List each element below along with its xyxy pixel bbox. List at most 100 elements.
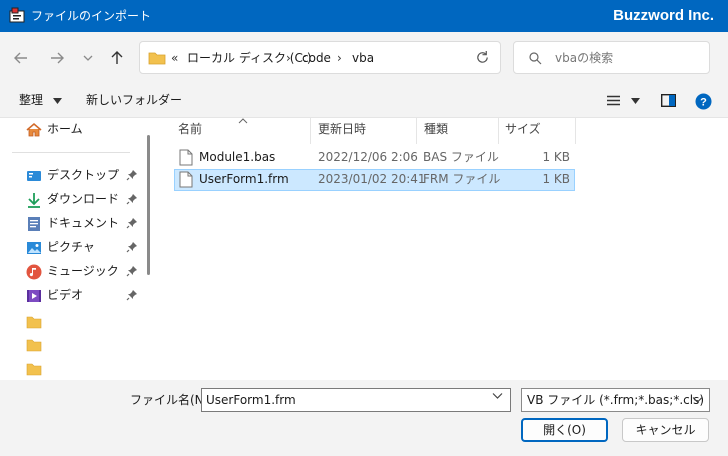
sidebar-item-label: デスクトップ (47, 168, 120, 182)
pin-icon[interactable] (126, 217, 138, 229)
recent-locations-button[interactable] (76, 46, 100, 70)
chevron-down-icon (83, 55, 93, 61)
app-icon (9, 7, 25, 23)
desktop-icon (27, 171, 41, 181)
pictures-icon (27, 242, 41, 254)
file-size: 1 KB (542, 172, 570, 186)
column-divider[interactable] (310, 118, 311, 144)
download-icon (28, 193, 40, 208)
list-view-icon (607, 95, 620, 106)
chevron-down-icon[interactable] (492, 392, 503, 400)
pin-icon[interactable] (126, 193, 138, 205)
pin-icon[interactable] (126, 265, 138, 277)
title-bar: ファイルのインポート Buzzword Inc. (0, 0, 728, 32)
pin-icon[interactable] (126, 289, 138, 301)
forward-button[interactable] (45, 46, 69, 70)
sidebar-item-music[interactable]: ミュージック (26, 262, 140, 282)
command-bar: 整理 新しいフォルダー ? (0, 84, 728, 118)
caret-down-icon (630, 98, 640, 104)
home-icon (26, 122, 42, 137)
preview-pane-icon[interactable] (661, 94, 676, 107)
sidebar-item-home[interactable]: ホーム (26, 120, 140, 140)
arrow-up-icon (111, 51, 123, 64)
column-divider[interactable] (498, 118, 499, 144)
sidebar-item-label: ミュージック (47, 264, 119, 278)
file-type: FRM ファイル (423, 172, 501, 186)
sidebar-item-label: ピクチャ (47, 240, 95, 254)
column-header-type[interactable]: 種類 (424, 122, 448, 137)
dialog-footer: ファイル名(N): UserForm1.frm VB ファイル (*.frm;*… (0, 380, 728, 456)
crumb-vba[interactable]: vba (352, 51, 374, 66)
sidebar-scrollbar-thumb[interactable] (147, 135, 150, 275)
arrow-right-icon (51, 52, 64, 64)
up-button[interactable] (105, 46, 129, 70)
view-options-button[interactable] (607, 95, 640, 110)
caret-down-icon (52, 97, 62, 104)
file-name: Module1.bas (199, 150, 276, 164)
folder-icon (26, 339, 42, 352)
sidebar-folder[interactable] (26, 335, 140, 355)
folder-icon (26, 316, 42, 329)
file-name: UserForm1.frm (199, 172, 289, 186)
file-list: 名前 更新日時 種類 サイズ Module1.bas 2022/12/06 2:… (157, 118, 728, 380)
video-icon (27, 290, 41, 302)
music-icon (26, 264, 42, 280)
navigation-bar: « ローカル ディスク (C:) › code › vba vbaの検索 (0, 32, 728, 84)
file-row-module1[interactable]: Module1.bas 2022/12/06 2:06 BAS ファイル 1 K… (174, 147, 575, 169)
sidebar-item-videos[interactable]: ビデオ (26, 286, 140, 306)
search-input[interactable]: vbaの検索 (555, 51, 613, 66)
file-date: 2023/01/02 20:41 (318, 172, 426, 186)
column-header-name[interactable]: 名前 (178, 122, 202, 137)
file-size: 1 KB (542, 150, 570, 164)
search-icon (529, 52, 542, 65)
sidebar-item-pictures[interactable]: ピクチャ (26, 238, 140, 258)
folder-icon (148, 52, 166, 65)
file-type: BAS ファイル (423, 150, 499, 164)
window-title: ファイルのインポート (31, 9, 152, 23)
column-divider[interactable] (416, 118, 417, 144)
address-bar[interactable]: « ローカル ディスク (C:) › code › vba (139, 41, 501, 74)
crumb-code[interactable]: code (302, 51, 331, 66)
file-icon (179, 171, 193, 188)
file-date: 2022/12/06 2:06 (318, 150, 418, 164)
arrow-left-icon (14, 52, 27, 64)
sidebar-divider (12, 152, 130, 153)
file-icon (179, 149, 193, 166)
svg-text:?: ? (700, 97, 707, 109)
search-box[interactable]: vbaの検索 (513, 41, 710, 74)
sidebar-folder[interactable] (26, 312, 140, 332)
chevron-down-icon (692, 397, 703, 403)
pin-icon[interactable] (126, 241, 138, 253)
sidebar-item-desktop[interactable]: デスクトップ (26, 166, 140, 186)
folder-icon (26, 363, 42, 376)
navigation-pane: ホーム デスクトップ ダウンロード ドキュメント ピクチャ ミュージック ビデオ (0, 118, 157, 380)
overflow-crumb[interactable]: « (171, 51, 178, 66)
back-button[interactable] (9, 46, 33, 70)
sidebar-item-label: ビデオ (47, 288, 84, 302)
pin-icon[interactable] (126, 169, 138, 181)
filetype-value: VB ファイル (*.frm;*.bas;*.cls) (527, 393, 705, 407)
refresh-icon[interactable] (475, 50, 490, 65)
column-header-date[interactable]: 更新日時 (318, 122, 366, 137)
new-folder-button[interactable]: 新しいフォルダー (86, 93, 182, 108)
sidebar-item-documents[interactable]: ドキュメント (26, 214, 140, 234)
help-icon[interactable]: ? (695, 93, 712, 110)
column-header-size[interactable]: サイズ (505, 122, 541, 137)
file-row-userform1[interactable]: UserForm1.frm 2023/01/02 20:41 FRM ファイル … (174, 169, 575, 191)
column-divider[interactable] (575, 118, 576, 144)
sidebar-item-label: ダウンロード (47, 192, 120, 206)
crumb-local-disk[interactable]: ローカル ディスク (C:) (187, 51, 312, 66)
sidebar-item-label: ドキュメント (47, 216, 120, 230)
sidebar-item-downloads[interactable]: ダウンロード (26, 190, 140, 210)
sort-ascending-icon (238, 118, 248, 124)
crumb-separator[interactable]: › (337, 51, 342, 66)
open-button[interactable]: 開く(O) (521, 418, 608, 442)
organize-button[interactable]: 整理 (19, 93, 62, 108)
sidebar-item-label: ホーム (47, 122, 83, 136)
sidebar-folder[interactable] (26, 359, 140, 379)
filename-input[interactable]: UserForm1.frm (201, 388, 511, 412)
document-icon (28, 217, 40, 231)
cancel-button[interactable]: キャンセル (622, 418, 709, 442)
filetype-select[interactable]: VB ファイル (*.frm;*.bas;*.cls) (521, 388, 710, 412)
crumb-separator[interactable]: › (286, 51, 291, 66)
